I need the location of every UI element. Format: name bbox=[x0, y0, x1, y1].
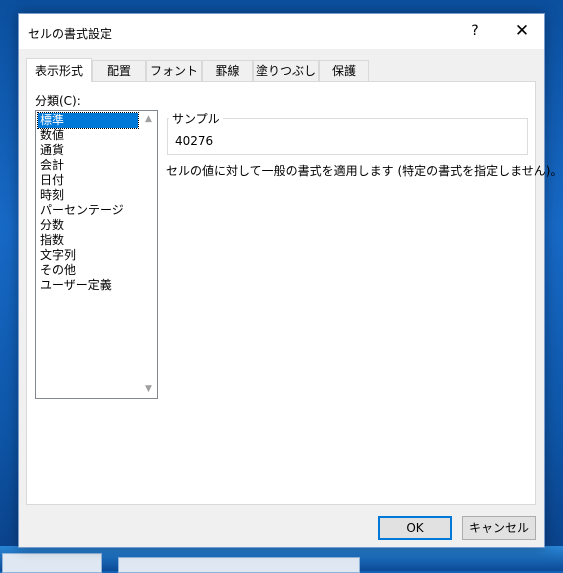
category-item-special[interactable]: その他 bbox=[38, 263, 138, 278]
category-list: 標準 数値 通貨 会計 日付 時刻 パーセンテージ 分数 指数 文字列 その他 … bbox=[37, 112, 139, 293]
help-button[interactable]: ? bbox=[455, 14, 495, 49]
title-bar[interactable]: セルの書式設定 ? ✕ bbox=[19, 14, 544, 49]
number-format-panel: 分類(C): 標準 数値 通貨 会計 日付 時刻 パーセンテージ 分数 指数 文… bbox=[26, 81, 562, 505]
category-item-number[interactable]: 数値 bbox=[38, 128, 138, 143]
category-item-time[interactable]: 時刻 bbox=[38, 188, 138, 203]
category-item-general[interactable]: 標準 bbox=[37, 112, 139, 129]
category-item-currency[interactable]: 通貨 bbox=[38, 143, 138, 158]
category-label: 分類(C): bbox=[35, 92, 81, 109]
scroll-down-icon[interactable]: ▼ bbox=[140, 381, 157, 398]
format-cells-dialog: セルの書式設定 ? ✕ 表示形式 配置 フォント 罫線 塗りつぶし 保護 分類(… bbox=[18, 13, 562, 548]
tab-protection[interactable]: 保護 bbox=[319, 60, 369, 81]
tab-border[interactable]: 罫線 bbox=[202, 60, 253, 81]
tab-font[interactable]: フォント bbox=[146, 60, 202, 81]
background-window bbox=[2, 553, 102, 573]
category-label-text: 分類(C): bbox=[35, 94, 81, 108]
format-description: セルの値に対して一般の書式を適用します (特定の書式を指定しません)。 bbox=[166, 164, 563, 178]
cancel-button[interactable]: キャンセル bbox=[462, 516, 536, 540]
category-item-custom[interactable]: ユーザー定義 bbox=[38, 278, 138, 293]
category-scrollbar[interactable]: ▲ ▼ bbox=[140, 111, 157, 398]
sample-label: サンプル bbox=[169, 110, 223, 127]
category-item-fraction[interactable]: 分数 bbox=[38, 218, 138, 233]
ok-button[interactable]: OK bbox=[378, 516, 452, 540]
category-listbox[interactable]: 標準 数値 通貨 会計 日付 時刻 パーセンテージ 分数 指数 文字列 その他 … bbox=[35, 110, 158, 399]
category-item-percentage[interactable]: パーセンテージ bbox=[38, 203, 138, 218]
tab-fill[interactable]: 塗りつぶし bbox=[253, 60, 319, 81]
scroll-up-icon[interactable]: ▲ bbox=[140, 111, 157, 128]
category-item-date[interactable]: 日付 bbox=[38, 173, 138, 188]
category-item-accounting[interactable]: 会計 bbox=[38, 158, 138, 173]
tab-alignment[interactable]: 配置 bbox=[92, 60, 146, 81]
category-item-text[interactable]: 文字列 bbox=[38, 248, 138, 263]
dialog-title: セルの書式設定 bbox=[28, 27, 113, 41]
tab-number[interactable]: 表示形式 bbox=[26, 58, 92, 82]
sample-value: 40276 bbox=[175, 134, 214, 148]
category-item-scientific[interactable]: 指数 bbox=[38, 233, 138, 248]
close-button[interactable]: ✕ bbox=[501, 14, 543, 49]
